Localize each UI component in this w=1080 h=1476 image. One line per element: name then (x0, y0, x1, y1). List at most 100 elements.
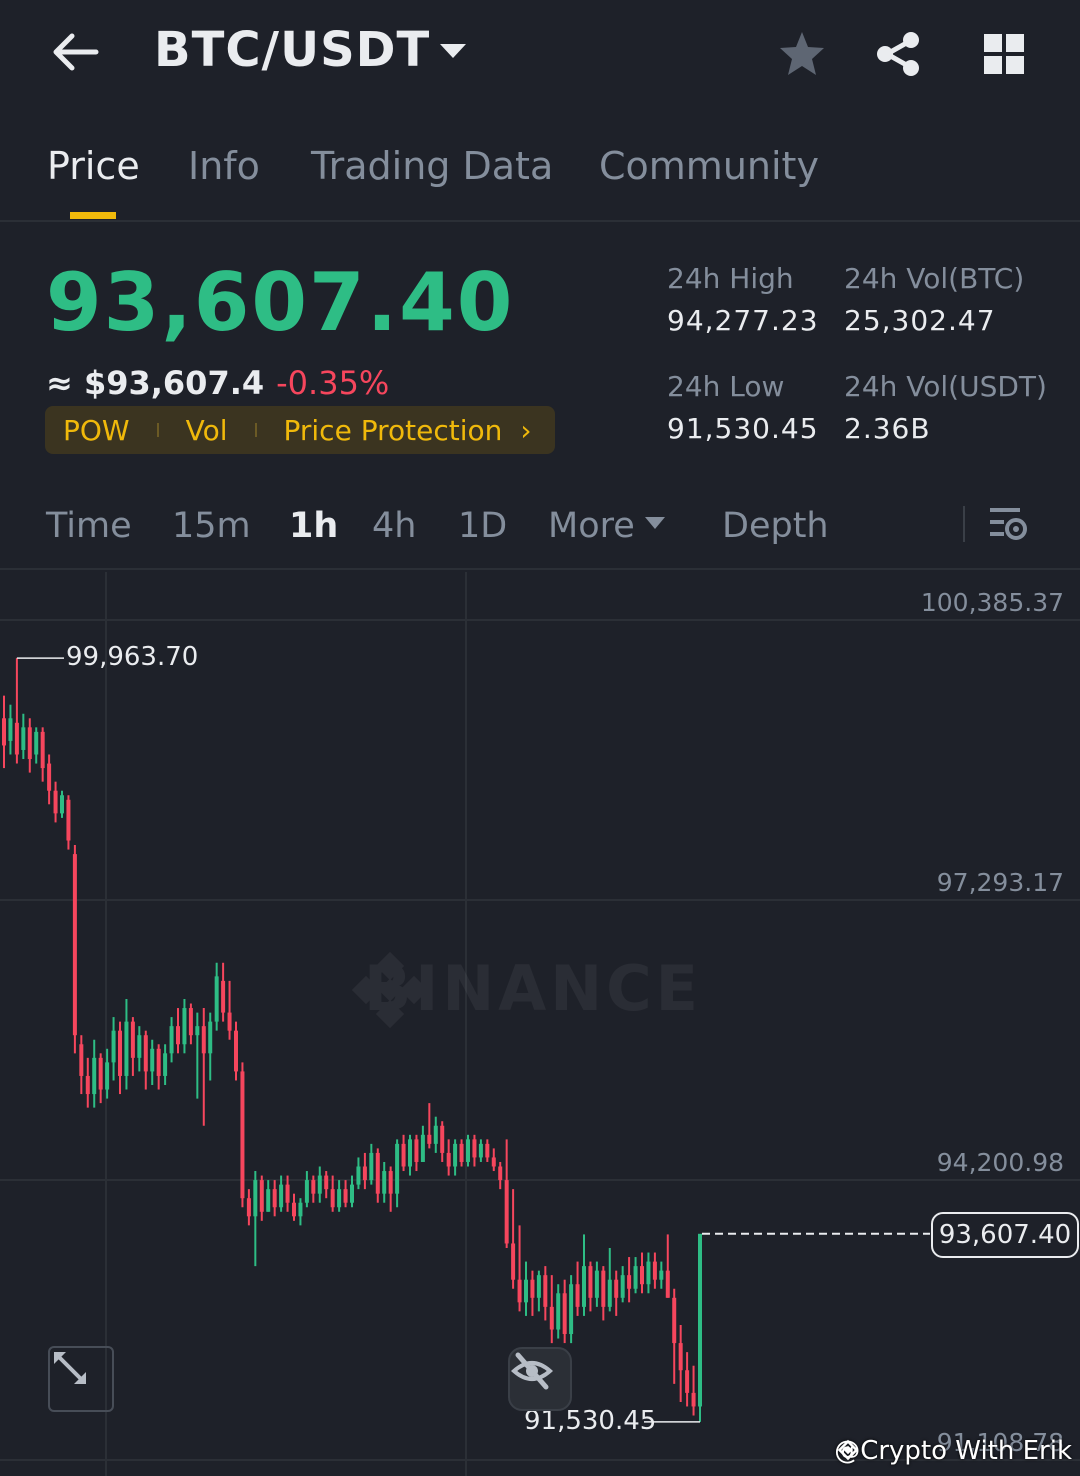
grid-menu-button[interactable] (978, 28, 1030, 80)
share-button[interactable] (872, 28, 924, 80)
candle-body (362, 1166, 367, 1181)
candle-body (517, 1279, 522, 1303)
expand-icon (54, 1352, 86, 1384)
candle-body (14, 722, 19, 755)
candle-body (627, 1275, 632, 1289)
candle-body (491, 1157, 496, 1167)
candle-body (240, 1071, 245, 1199)
interval-bar: Time 15m 1h 4h 1D More Depth (0, 490, 1080, 570)
candle-body (266, 1189, 271, 1212)
interval-more[interactable]: More (548, 506, 665, 546)
candle-body (453, 1143, 458, 1167)
candle-body (678, 1343, 683, 1371)
tag-pow[interactable]: POW (63, 414, 130, 447)
tab-community[interactable]: Community (599, 144, 819, 188)
tab-trading-data[interactable]: Trading Data (311, 144, 553, 188)
divider (963, 506, 965, 542)
candle-body (466, 1139, 470, 1162)
chart-settings-icon[interactable] (986, 502, 1030, 546)
chevron-right-icon: › (520, 413, 532, 447)
candle-body (588, 1266, 593, 1298)
candle-body (330, 1189, 335, 1208)
candle-body (620, 1275, 625, 1298)
header: BTC/USDT (0, 0, 1080, 110)
candle-body (105, 1062, 110, 1090)
candle-body (272, 1189, 277, 1208)
candle-body (2, 718, 6, 746)
candle-body (53, 790, 58, 814)
candle-body (98, 1057, 103, 1090)
candle-body (163, 1053, 168, 1076)
candle-body (685, 1370, 690, 1393)
fullscreen-button[interactable] (48, 1346, 114, 1412)
candle-body (388, 1171, 393, 1194)
interval-1h[interactable]: 1h (289, 506, 338, 546)
tag-divider (156, 423, 159, 437)
candle-body (395, 1143, 400, 1194)
vol-btc-label: 24h Vol(BTC) (844, 262, 1025, 295)
usd-prefix: ≈ (46, 364, 84, 402)
interval-time[interactable]: Time (46, 506, 132, 546)
credit-text: @Crypto With Erik (834, 1436, 1072, 1466)
candle-body (246, 1198, 251, 1217)
candle-body (530, 1279, 535, 1298)
candle-body (382, 1171, 387, 1194)
tag-price-protection[interactable]: Price Protection (284, 414, 503, 447)
candle-body (208, 1021, 213, 1054)
candle-body (672, 1297, 677, 1344)
candle-body (60, 795, 64, 814)
candle-body (253, 1180, 258, 1217)
back-button[interactable] (48, 26, 104, 78)
tag-bar[interactable]: POW Vol Price Protection › (45, 406, 555, 454)
vol-btc-value: 25,302.47 (844, 304, 996, 337)
candle-body (433, 1125, 438, 1144)
y-axis-label: 94,200.98 (936, 1148, 1064, 1177)
candle-body (659, 1270, 664, 1280)
caret-down-icon (644, 517, 665, 529)
candle-body (446, 1152, 451, 1167)
high-marker-label: 99,963.70 (66, 642, 199, 672)
depth-tab[interactable]: Depth (722, 506, 829, 546)
candle-body (401, 1143, 406, 1167)
share-icon (877, 32, 919, 76)
candle-body (111, 1030, 116, 1063)
tab-bar: Price Info Trading Data Community (0, 130, 1080, 222)
candle-body (549, 1306, 554, 1330)
candle-body (524, 1279, 528, 1303)
interval-15m[interactable]: 15m (172, 506, 251, 546)
interval-4h[interactable]: 4h (372, 506, 416, 546)
candle-body (504, 1180, 509, 1244)
candle-body (575, 1284, 580, 1307)
candle-body (285, 1184, 290, 1203)
tab-info[interactable]: Info (188, 144, 260, 188)
candle-body (472, 1139, 477, 1158)
candle-body (350, 1184, 354, 1203)
candle-body (27, 727, 32, 760)
candle-body (556, 1293, 561, 1330)
binance-logo-icon (352, 952, 428, 1028)
candle-body (311, 1180, 316, 1194)
candle-body (569, 1284, 574, 1335)
candle-body (414, 1139, 419, 1162)
y-axis-label: 97,293.17 (936, 868, 1064, 897)
candle-body (40, 731, 45, 769)
candle-body (298, 1202, 303, 1217)
candle-body (214, 976, 219, 1022)
pair-title[interactable]: BTC/USDT (154, 22, 430, 78)
tag-vol[interactable]: Vol (186, 414, 228, 447)
interval-1d[interactable]: 1D (458, 506, 507, 546)
favorite-button[interactable] (776, 28, 828, 80)
candlestick-chart[interactable]: BINANCE 100,385.37 97,293.17 94,200.98 9… (0, 572, 1080, 1476)
current-price-pill[interactable]: 93,607.40 (931, 1212, 1079, 1258)
hide-indicators-button[interactable] (508, 1347, 572, 1411)
candle-body (478, 1143, 483, 1158)
vol-usdt-value: 2.36B (844, 412, 931, 445)
tab-price[interactable]: Price (47, 144, 140, 188)
candle-body (356, 1166, 361, 1185)
candle-body (543, 1275, 548, 1307)
usd-price: $93,607.4 (83, 364, 265, 402)
candle-body (304, 1180, 309, 1203)
candle-body (343, 1189, 348, 1203)
caret-down-icon[interactable] (436, 34, 470, 68)
low-value: 91,530.45 (667, 412, 819, 445)
